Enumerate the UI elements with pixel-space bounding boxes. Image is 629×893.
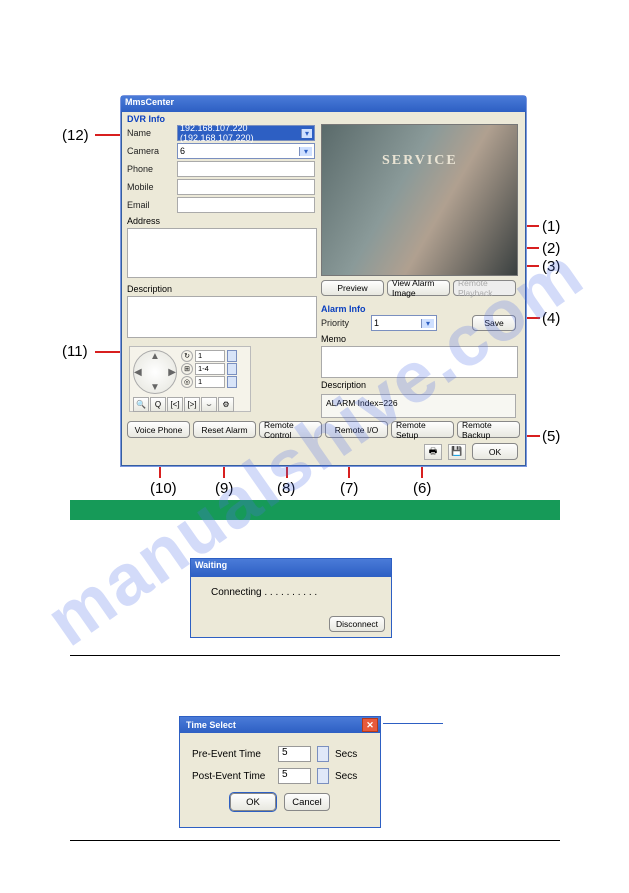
remote-control-button[interactable]: Remote Control (259, 421, 322, 438)
camera-label: Camera (127, 146, 177, 156)
window-title: MmsCenter (121, 96, 526, 112)
disconnect-button[interactable]: Disconnect (329, 616, 385, 632)
view-alarm-image-button[interactable]: View Alarm Image (387, 280, 450, 296)
priority-label: Priority (321, 318, 365, 328)
iris-close-icon[interactable]: ⚙ (218, 397, 234, 412)
remote-backup-button[interactable]: Remote Backup (457, 421, 520, 438)
callout-11: (11) (62, 343, 88, 360)
callout-9: (9) (215, 480, 233, 497)
iris-open-icon[interactable]: ⌣ (201, 397, 217, 412)
memo-label: Memo (321, 334, 346, 344)
chevron-down-icon: ▾ (421, 319, 434, 328)
priority-value: 1 (374, 318, 379, 328)
ptz-control-panel: ▲ ▼ ◀ ▶ ↻ 1 ⊞ 1-4 (129, 346, 251, 412)
mobile-label: Mobile (127, 182, 177, 192)
name-label: Name (127, 128, 177, 138)
spinner-1-stepper[interactable] (227, 350, 237, 362)
ptz-dpad[interactable]: ▲ ▼ ◀ ▶ (133, 350, 177, 394)
arrow-left-icon: ◀ (134, 367, 142, 378)
save-file-icon[interactable]: 💾 (448, 444, 466, 460)
callout-4: (4) (542, 310, 560, 327)
description-label: Description (127, 284, 172, 294)
arrow-up-icon: ▲ (150, 351, 160, 362)
callout-8: (8) (277, 480, 295, 497)
phone-label: Phone (127, 164, 177, 174)
video-preview: SERVICE (321, 124, 518, 276)
service-sign: SERVICE (382, 153, 458, 169)
refresh-icon[interactable]: ↻ (181, 350, 193, 362)
post-event-value[interactable]: 5 (278, 768, 311, 784)
mobile-input[interactable] (177, 179, 315, 195)
spinner-2[interactable]: 1-4 (195, 363, 225, 375)
description-textarea[interactable] (127, 296, 317, 338)
alarm-desc-label: Description (321, 380, 366, 390)
post-event-label: Post-Event Time (192, 771, 272, 782)
time-select-title: Time Select (186, 720, 236, 730)
memo-textarea[interactable] (321, 346, 518, 378)
preview-button[interactable]: Preview (321, 280, 384, 296)
remote-io-button[interactable]: Remote I/O (325, 421, 388, 438)
chevron-down-icon: ▾ (299, 147, 312, 156)
waiting-dialog: Waiting Connecting . . . . . . . . . . D… (190, 558, 392, 638)
callout-12: (12) (62, 127, 89, 144)
callout-6: (6) (413, 480, 431, 497)
chevron-down-icon: ▾ (301, 129, 312, 138)
spinner-2-stepper[interactable] (227, 363, 237, 375)
print-icon[interactable]: 🖶 (424, 444, 442, 460)
email-input[interactable] (177, 197, 315, 213)
camera-select[interactable]: 6 ▾ (177, 143, 315, 159)
callout-1: (1) (542, 218, 560, 235)
remote-playback-button[interactable]: Remote Playback (453, 280, 516, 296)
priority-select[interactable]: 1 ▾ (371, 315, 437, 331)
pre-event-value[interactable]: 5 (278, 746, 311, 762)
mmscenter-window: MmsCenter DVR Info Name 192.168.107.220 … (120, 95, 527, 467)
arrow-down-icon: ▼ (150, 382, 160, 393)
pre-event-secs: Secs (335, 749, 357, 760)
save-button[interactable]: Save (472, 315, 516, 331)
time-select-dialog: Time Select ✕ Pre-Event Time 5 Secs Post… (179, 716, 381, 828)
section-divider (70, 500, 560, 520)
close-icon[interactable]: ✕ (362, 718, 378, 732)
camera-select-value: 6 (180, 146, 185, 156)
waiting-message: Connecting . . . . . . . . . . (191, 577, 391, 604)
spinner-3[interactable]: 1 (195, 376, 225, 388)
waiting-title: Waiting (191, 559, 391, 577)
pre-event-label: Pre-Event Time (192, 749, 272, 760)
link-underline (383, 723, 443, 724)
spinner-1[interactable]: 1 (195, 350, 225, 362)
target-icon[interactable]: ◎ (181, 376, 193, 388)
grid-icon[interactable]: ⊞ (181, 363, 193, 375)
callout-10: (10) (150, 480, 177, 497)
alarm-info-label: Alarm Info (321, 302, 516, 314)
name-select-value: 192.168.107.220 (192.168.107.220) (180, 123, 301, 143)
pre-event-stepper[interactable] (317, 746, 329, 762)
focus-near-icon[interactable]: [<] (167, 397, 183, 412)
post-event-stepper[interactable] (317, 768, 329, 784)
callout-2: (2) (542, 240, 560, 257)
email-label: Email (127, 200, 177, 210)
alarm-desc-value: ALARM Index=226 (321, 394, 516, 418)
voice-phone-button[interactable]: Voice Phone (127, 421, 190, 438)
time-cancel-button[interactable]: Cancel (284, 793, 330, 811)
spinner-3-stepper[interactable] (227, 376, 237, 388)
zoom-in-icon[interactable]: 🔍 (133, 397, 149, 412)
post-event-secs: Secs (335, 771, 357, 782)
callout-3: (3) (542, 258, 560, 275)
time-ok-button[interactable]: OK (230, 793, 276, 811)
zoom-out-icon[interactable]: Q (150, 397, 166, 412)
address-textarea[interactable] (127, 228, 317, 278)
reset-alarm-button[interactable]: Reset Alarm (193, 421, 256, 438)
arrow-right-icon: ▶ (168, 367, 176, 378)
callout-5: (5) (542, 428, 560, 445)
focus-far-icon[interactable]: [>] (184, 397, 200, 412)
ok-button[interactable]: OK (472, 443, 518, 460)
remote-setup-button[interactable]: Remote Setup (391, 421, 454, 438)
name-select[interactable]: 192.168.107.220 (192.168.107.220) ▾ (177, 125, 315, 141)
address-label: Address (127, 216, 160, 226)
phone-input[interactable] (177, 161, 315, 177)
callout-7: (7) (340, 480, 358, 497)
